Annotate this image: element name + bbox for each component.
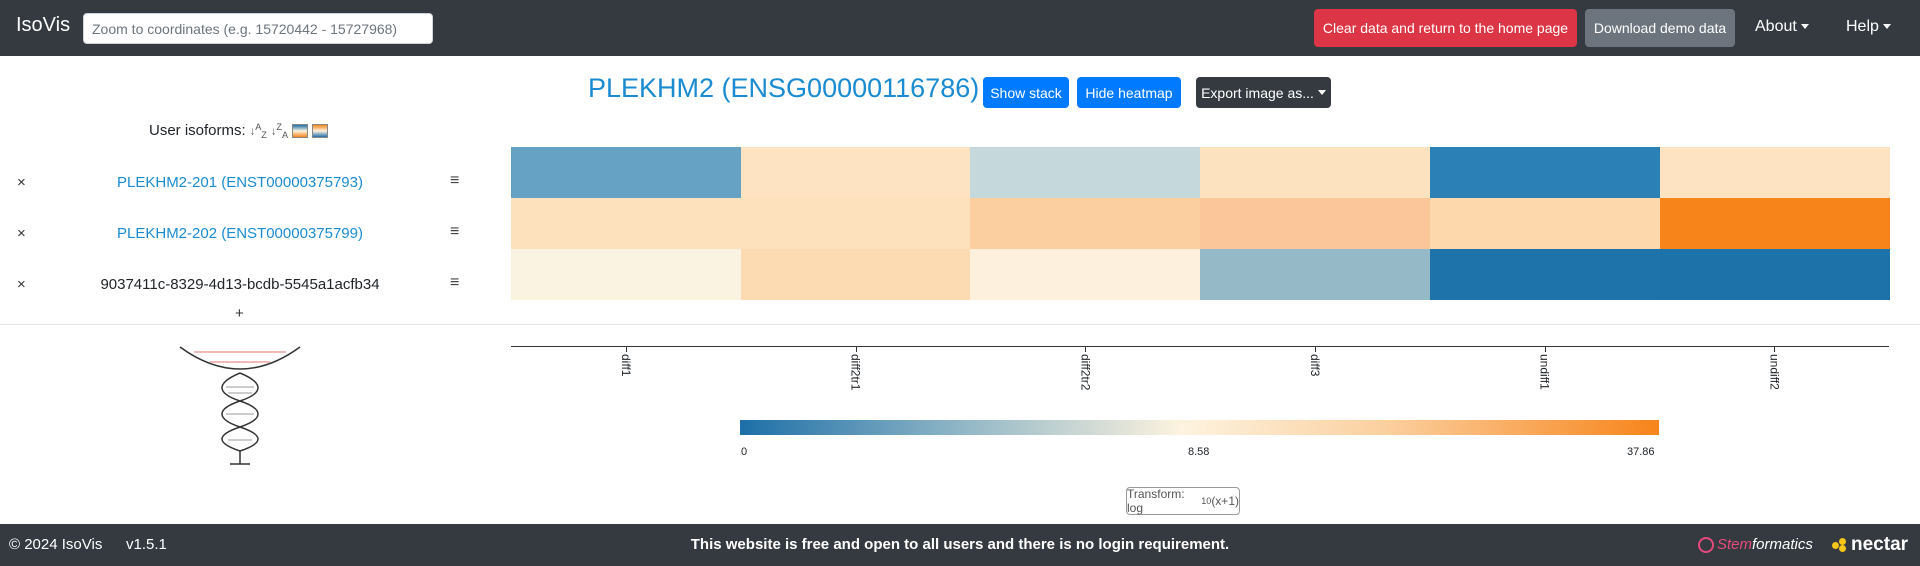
heatmap-cell[interactable] xyxy=(511,249,742,300)
heatmap-cell[interactable] xyxy=(1429,198,1660,249)
heatmap-cell[interactable] xyxy=(1659,147,1890,198)
nectar-icon xyxy=(1832,537,1848,552)
heatmap-cell[interactable] xyxy=(1429,249,1660,300)
heatmap-cell[interactable] xyxy=(1429,147,1660,198)
sort-descending-icon[interactable]: ↓ZA xyxy=(271,122,288,140)
isoform-name: 9037411c-8329-4d13-bcdb-5545a1acfb34 xyxy=(100,276,380,293)
axis-tick-label: diff3 xyxy=(1307,354,1322,377)
help-label: Help xyxy=(1846,18,1879,35)
axis-tick xyxy=(625,346,627,352)
footer-message: This website is free and open to all use… xyxy=(690,536,1230,553)
divider xyxy=(0,324,1920,325)
heatmap-cell[interactable] xyxy=(1659,198,1890,249)
hide-heatmap-button[interactable]: Hide heatmap xyxy=(1077,77,1181,108)
axis-tick xyxy=(1774,346,1776,352)
axis-tick-label: undiff1 xyxy=(1537,354,1552,390)
heatmap-cell[interactable] xyxy=(1659,249,1890,300)
isoforms-header-label: User isoforms: xyxy=(149,122,246,140)
stemformatics-icon xyxy=(1698,537,1714,554)
isoforms-header: User isoforms: ↓AZ ↓ZA xyxy=(149,122,329,140)
axis-tick-label: diff2tr1 xyxy=(848,354,863,391)
isoform-row: × PLEKHM2-201 (ENST00000375793) ≡ xyxy=(0,160,480,210)
clear-data-button[interactable]: Clear data and return to the home page xyxy=(1314,9,1577,47)
isoform-row: × PLEKHM2-202 (ENST00000375799) ≡ xyxy=(0,211,480,261)
transform-suffix: (x+1) xyxy=(1211,494,1239,508)
heatmap-cell[interactable] xyxy=(740,147,971,198)
gradient-sort-icon[interactable] xyxy=(292,123,309,138)
heatmap-cell[interactable] xyxy=(740,249,971,300)
axis-tick xyxy=(1314,346,1316,352)
export-label: Export image as... xyxy=(1201,84,1314,101)
export-image-dropdown[interactable]: Export image as... xyxy=(1196,77,1331,108)
heatmap-cell[interactable] xyxy=(511,198,742,249)
axis-tick xyxy=(1085,346,1087,352)
color-scale-legend xyxy=(740,420,1659,435)
isoform-name[interactable]: PLEKHM2-202 (ENST00000375799) xyxy=(0,225,480,242)
chevron-down-icon xyxy=(1317,90,1326,95)
chevron-down-icon xyxy=(1800,24,1809,30)
axis-tick xyxy=(1544,346,1546,352)
about-dropdown[interactable]: About xyxy=(1755,18,1809,36)
transform-prefix: Transform: log xyxy=(1127,487,1185,515)
axis-tick-label: diff1 xyxy=(618,354,633,377)
drag-handle-icon[interactable]: ≡ xyxy=(450,172,459,190)
transform-sub: 10 xyxy=(1201,496,1212,506)
add-isoform-button[interactable]: + xyxy=(235,305,244,322)
stemformatics-logo[interactable]: Stemformatics xyxy=(1698,536,1813,554)
heatmap-cell[interactable] xyxy=(970,147,1201,198)
gradient-sort-reverse-icon[interactable] xyxy=(312,123,329,138)
heatmap-cell[interactable] xyxy=(1200,147,1431,198)
heatmap-x-axis xyxy=(511,346,1889,347)
heatmap-cell[interactable] xyxy=(1200,198,1431,249)
show-stack-button[interactable]: Show stack xyxy=(983,77,1069,108)
nectar-logo[interactable]: nectar xyxy=(1832,534,1908,556)
isoform-name[interactable]: PLEKHM2-201 (ENST00000375793) xyxy=(0,174,480,191)
transform-button[interactable]: Transform: log 10 (x+1) xyxy=(1126,487,1240,515)
heatmap-cell[interactable] xyxy=(1200,249,1431,300)
brand-logo[interactable]: IsoVis xyxy=(16,14,70,37)
heatmap-cell[interactable] xyxy=(511,147,742,198)
gene-title[interactable]: PLEKHM2 (ENSG00000116786) xyxy=(588,73,979,104)
legend-min-label: 0 xyxy=(741,446,748,458)
coordinates-search-input[interactable] xyxy=(83,13,433,44)
drag-handle-icon[interactable]: ≡ xyxy=(450,223,459,241)
axis-tick-label: diff2tr2 xyxy=(1078,354,1093,391)
help-dropdown[interactable]: Help xyxy=(1846,18,1891,36)
legend-mid-label: 8.58 xyxy=(1188,446,1210,458)
axis-tick-label: undiff2 xyxy=(1767,354,1782,390)
heatmap-cell[interactable] xyxy=(970,198,1201,249)
drag-handle-icon[interactable]: ≡ xyxy=(450,274,459,292)
axis-tick xyxy=(855,346,857,352)
chevron-down-icon xyxy=(1882,24,1891,30)
footer: © 2024 IsoVis v1.5.1 This website is fre… xyxy=(0,524,1920,566)
download-demo-button[interactable]: Download demo data xyxy=(1585,9,1735,47)
heatmap-cell[interactable] xyxy=(970,249,1201,300)
about-label: About xyxy=(1755,18,1797,35)
sort-ascending-icon[interactable]: ↓AZ xyxy=(250,122,267,140)
navbar: IsoVis Clear data and return to the home… xyxy=(0,0,1920,56)
heatmap-cell[interactable] xyxy=(740,198,971,249)
legend-max-label: 37.86 xyxy=(1627,446,1655,458)
dna-helix-icon xyxy=(179,346,301,465)
